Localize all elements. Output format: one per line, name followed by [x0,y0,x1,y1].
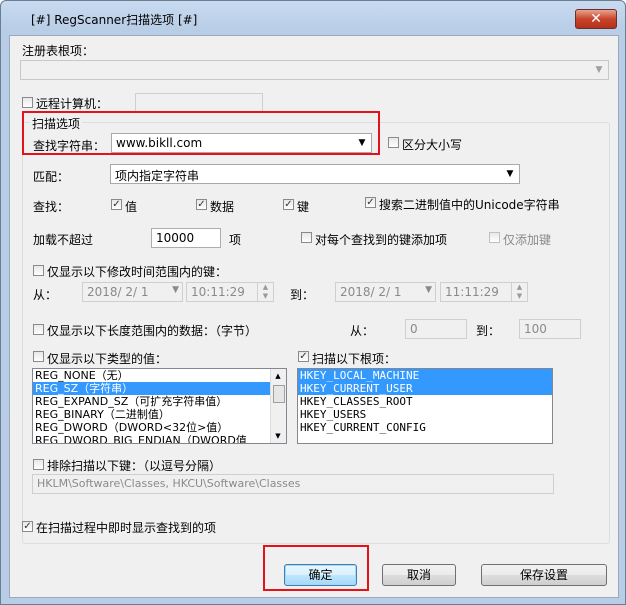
scroll-down-icon[interactable]: ▼ [272,430,284,442]
find-value-label: 值 [125,200,138,214]
cancel-button[interactable]: 取消 [382,564,456,586]
find-data-label: 数据 [210,200,235,214]
spin-icon: ▲ ▼ [511,283,527,301]
length-range-checkbox[interactable] [33,324,44,335]
add-key-only-label: 仅添加键 [503,233,552,247]
time-from-time[interactable]: 10:11:29 ▲ ▼ [186,282,274,302]
window-title: [#] RegScanner扫描选项 [#] [31,13,198,27]
load-limit-label: 加载不超过 [33,233,94,247]
roots-checkbox[interactable]: ✓ [298,351,309,362]
list-item[interactable]: HKEY_LOCAL_MACHINE [298,369,552,382]
list-item[interactable]: HKEY_CURRENT_CONFIG [298,421,552,434]
exclude-checkbox[interactable] [33,459,44,470]
length-from-field[interactable]: 0 [405,319,467,339]
calendar-dropdown-icon: ▼ [425,285,432,295]
time-to-time[interactable]: 11:11:29 ▲ ▼ [440,282,528,302]
case-sensitive-checkbox[interactable] [388,137,399,148]
realtime-label: 在扫描过程中即时显示查找到的项 [36,521,217,535]
close-button[interactable]: ✕ [575,9,617,29]
time-from-label: 从： [33,288,58,302]
list-item[interactable]: REG_EXPAND_SZ（可扩充字符串值） [33,395,286,408]
length-to-field[interactable]: 100 [519,319,581,339]
types-label: 仅显示以下类型的值： [47,352,168,366]
title-bar[interactable]: [#] RegScanner扫描选项 [#] ✕ [1,1,625,35]
realtime-checkbox[interactable]: ✓ [22,521,33,532]
time-range-checkbox[interactable] [33,265,44,276]
find-label: 查找： [33,200,70,214]
find-value-checkbox[interactable]: ✓ [111,199,122,210]
match-label: 匹配： [33,170,70,184]
highlight-ok-button [263,545,369,591]
find-key-label: 键 [297,200,310,214]
save-settings-button[interactable]: 保存设置 [481,564,607,586]
list-item[interactable]: REG_SZ（字符串） [33,382,286,395]
types-list[interactable]: REG_NONE（无） REG_SZ（字符串） REG_EXPAND_SZ（可扩… [32,368,287,444]
time-to-date[interactable]: 2018/ 2/ 1 ▼ [335,282,436,302]
chevron-down-icon: ▼ [506,169,514,179]
exclude-label: 排除扫描以下键：（以逗号分隔） [47,459,222,473]
remote-computer-field[interactable] [135,93,263,113]
add-item-label: 对每个查找到的键添加项 [315,233,448,247]
length-from-label: 从： [350,324,375,338]
length-range-label: 仅显示以下长度范围内的数据：（字节） [47,324,258,338]
dialog-body: 注册表根项： ▼ 远程计算机： 扫描选项 查找字符串： www.bikll.co… [9,35,619,598]
add-key-only-checkbox[interactable] [489,232,500,243]
remote-checkbox[interactable] [22,97,33,108]
calendar-dropdown-icon: ▼ [172,285,179,295]
scrollbar[interactable]: ▲ ▼ [270,369,286,443]
list-item[interactable]: REG_DWORD（DWORD<32位>值） [33,421,286,434]
time-to-label: 到： [290,288,315,302]
find-key-checkbox[interactable]: ✓ [283,199,294,210]
load-limit-field[interactable]: 10000 [151,228,221,248]
root-key-label: 注册表根项： [22,44,95,58]
add-item-checkbox[interactable] [301,232,312,243]
chevron-down-icon: ▼ [595,65,603,75]
types-checkbox[interactable] [33,351,44,362]
time-from-date[interactable]: 2018/ 2/ 1 ▼ [82,282,183,302]
scroll-thumb[interactable] [273,385,285,403]
find-data-checkbox[interactable]: ✓ [196,199,207,210]
unicode-label: 搜索二进制值中的Unicode字符串 [379,198,560,212]
roots-label: 扫描以下根项： [312,352,397,366]
root-key-combo[interactable]: ▼ [20,60,609,80]
spin-icon: ▲ ▼ [257,283,273,301]
load-limit-unit: 项 [229,233,242,247]
list-item[interactable]: REG_DWORD_BIG_ENDIAN（DWORD值 [33,434,286,443]
list-item[interactable]: HKEY_CURRENT_USER [298,382,552,395]
highlight-find-string [22,111,380,155]
scroll-up-icon[interactable]: ▲ [272,370,284,382]
dialog-window: [#] RegScanner扫描选项 [#] ✕ 注册表根项： ▼ 远程计算机：… [0,0,626,605]
list-item[interactable]: REG_BINARY（二进制值） [33,408,286,421]
time-range-label: 仅显示以下修改时间范围内的键： [47,265,228,279]
list-item[interactable]: HKEY_CLASSES_ROOT [298,395,552,408]
list-item[interactable]: HKEY_USERS [298,408,552,421]
exclude-field[interactable]: HKLM\Software\Classes, HKCU\Software\Cla… [32,474,554,494]
case-sensitive-label: 区分大小写 [402,138,463,152]
unicode-checkbox[interactable]: ✓ [365,197,376,208]
match-combo[interactable]: 项内指定字符串 ▼ [110,164,520,184]
roots-list[interactable]: HKEY_LOCAL_MACHINE HKEY_CURRENT_USER HKE… [297,368,553,444]
length-to-label: 到： [476,324,501,338]
remote-label: 远程计算机： [36,97,109,111]
list-item[interactable]: REG_NONE（无） [33,369,286,382]
